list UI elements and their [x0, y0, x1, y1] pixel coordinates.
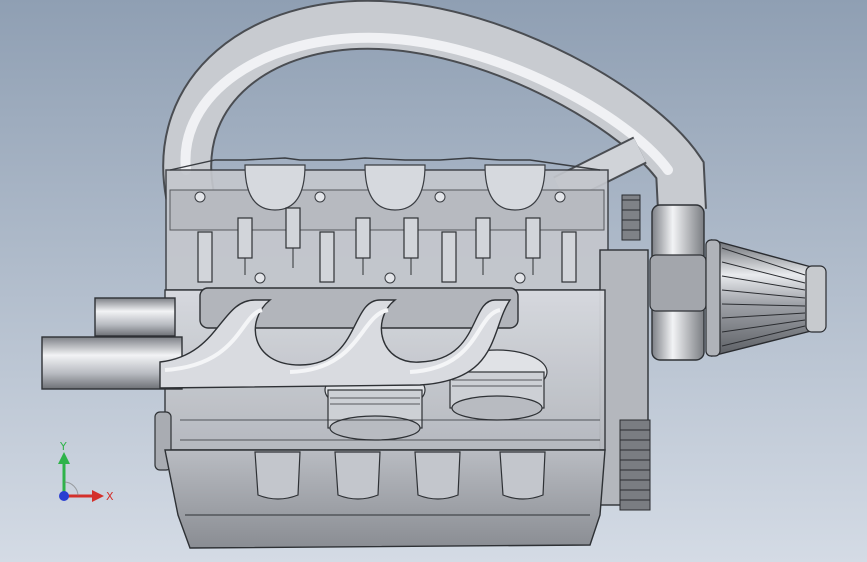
cylinder-head: [165, 157, 609, 291]
coordinate-triad: Y X: [58, 440, 114, 503]
y-axis-label: Y: [59, 440, 67, 453]
graphics-viewport[interactable]: Y X: [0, 0, 867, 562]
x-axis-label: X: [106, 490, 114, 503]
engine-model[interactable]: [0, 0, 867, 562]
z-axis-icon: [59, 491, 69, 501]
throttle-body: [649, 204, 707, 361]
oil-pan: [164, 449, 606, 549]
